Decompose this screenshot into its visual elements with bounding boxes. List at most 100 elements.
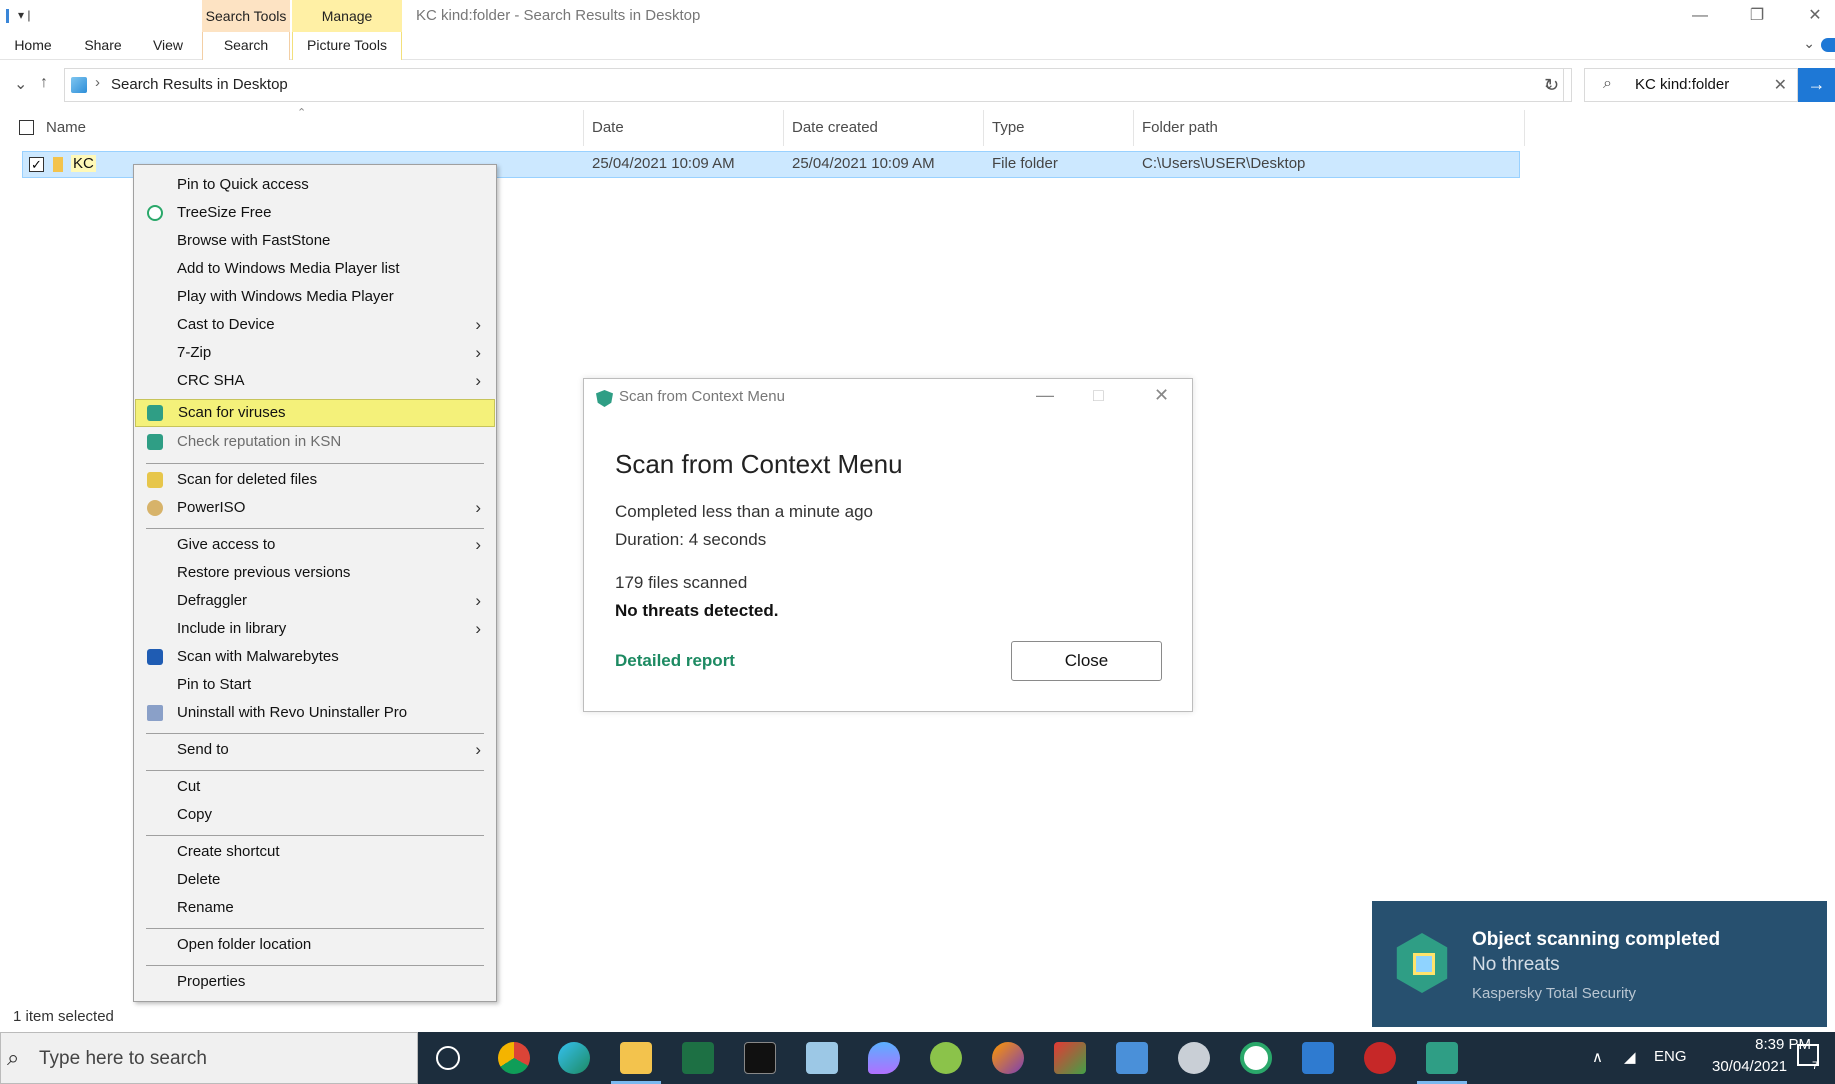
menu-item-pin-to-quick-access[interactable]: Pin to Quick access: [135, 171, 495, 199]
menu-item-check-reputation-ksn[interactable]: Check reputation in KSN: [135, 428, 495, 456]
address-bar[interactable]: › Search Results in Desktop ⌄: [64, 68, 1564, 102]
menu-item-give-access-to[interactable]: Give access to ›: [135, 531, 495, 559]
menu-item-create-shortcut[interactable]: Create shortcut: [135, 838, 495, 866]
quick-access-dropdown[interactable]: ▾ |: [18, 8, 30, 22]
menu-item-uninstall-revo[interactable]: Uninstall with Revo Uninstaller Pro: [135, 699, 495, 727]
close-window-button[interactable]: ✕: [1792, 0, 1835, 32]
column-header-folder-path[interactable]: Folder path: [1134, 110, 1525, 146]
kaspersky-shield-icon: [147, 434, 163, 450]
menu-item-treesize[interactable]: TreeSize Free: [135, 199, 495, 227]
clock-date[interactable]: 30/04/2021: [1712, 1058, 1787, 1075]
menu-item-include-in-library[interactable]: Include in library ›: [135, 615, 495, 643]
app-red-icon[interactable]: [1364, 1042, 1396, 1074]
menu-item-poweriso[interactable]: PowerISO ›: [135, 494, 495, 522]
menu-item-cut[interactable]: Cut: [135, 773, 495, 801]
help-icon[interactable]: [1821, 38, 1835, 52]
search-input[interactable]: ⌕ KC kind:folder ✕: [1584, 68, 1798, 102]
command-prompt-icon[interactable]: [744, 1042, 776, 1074]
menu-item-7zip[interactable]: 7-Zip ›: [135, 339, 495, 367]
language-indicator[interactable]: ENG: [1654, 1048, 1687, 1065]
context-menu: Pin to Quick access TreeSize Free Browse…: [133, 164, 497, 1002]
app-colorful-icon[interactable]: [1054, 1042, 1086, 1074]
menu-item-add-to-wmp-list[interactable]: Add to Windows Media Player list: [135, 255, 495, 283]
files-scanned-text: 179 files scanned: [615, 573, 748, 592]
ribbon-expand-chevron-icon[interactable]: ⌄: [1803, 35, 1815, 52]
scan-object-icon: [1413, 953, 1435, 975]
recent-locations-icon[interactable]: ⌄: [14, 74, 27, 94]
notification-toast[interactable]: Object scanning completed No threats Kas…: [1372, 901, 1827, 1027]
tab-home[interactable]: Home: [8, 32, 58, 60]
app-green-icon[interactable]: [930, 1042, 962, 1074]
column-header-type[interactable]: Type: [984, 110, 1134, 146]
refresh-button[interactable]: ↻: [1532, 68, 1572, 102]
edge-icon[interactable]: [558, 1042, 590, 1074]
scan-dialog: Scan from Context Menu — □ ✕ Scan from C…: [583, 378, 1193, 712]
search-input-value[interactable]: KC kind:folder: [1635, 76, 1729, 93]
select-all-checkbox[interactable]: [19, 120, 34, 135]
menu-item-label: 7-Zip: [177, 344, 212, 361]
menu-item-defraggler[interactable]: Defraggler ›: [135, 587, 495, 615]
restore-button[interactable]: ❐: [1734, 0, 1780, 32]
tab-picture-tools[interactable]: Picture Tools: [292, 32, 402, 60]
column-header-date[interactable]: Date: [584, 110, 784, 146]
search-go-button[interactable]: →: [1798, 68, 1835, 102]
tab-view[interactable]: View: [143, 32, 193, 60]
menu-item-crc-sha[interactable]: CRC SHA ›: [135, 367, 495, 395]
menu-item-properties[interactable]: Properties: [135, 968, 495, 996]
column-header-name[interactable]: Name: [38, 110, 584, 146]
menu-item-scan-for-viruses[interactable]: Scan for viruses: [135, 399, 495, 427]
notepad-icon[interactable]: [806, 1042, 838, 1074]
menu-item-label: Browse with FastStone: [177, 232, 331, 249]
file-explorer-icon[interactable]: [620, 1042, 652, 1074]
kaspersky-taskbar-icon[interactable]: [1426, 1042, 1458, 1074]
tab-search[interactable]: Search: [202, 32, 290, 60]
row-checkbox[interactable]: ✓: [29, 157, 44, 172]
file-name[interactable]: KC: [71, 155, 96, 172]
menu-item-copy[interactable]: Copy: [135, 801, 495, 829]
search-results-folder-icon: [71, 77, 87, 93]
menu-item-scan-malwarebytes[interactable]: Scan with Malwarebytes: [135, 643, 495, 671]
column-header-date-created[interactable]: Date created: [784, 110, 984, 146]
treesize-taskbar-icon[interactable]: [1240, 1042, 1272, 1074]
close-button[interactable]: Close: [1011, 641, 1162, 681]
search-tools-context-header: Search Tools: [202, 0, 290, 32]
chrome-icon[interactable]: [498, 1042, 530, 1074]
breadcrumb-separator-icon[interactable]: ›: [95, 74, 100, 91]
menu-item-delete[interactable]: Delete: [135, 866, 495, 894]
taskbar-search-box[interactable]: ⌕ Type here to search: [0, 1032, 418, 1084]
tab-share[interactable]: Share: [78, 32, 128, 60]
menu-item-label: Cast to Device: [177, 316, 275, 333]
submenu-arrow-icon: ›: [475, 740, 481, 759]
show-hidden-icons-icon[interactable]: ∧: [1592, 1048, 1603, 1066]
menu-separator: [146, 770, 484, 771]
control-panel-icon[interactable]: [1116, 1042, 1148, 1074]
detailed-report-link[interactable]: Detailed report: [615, 651, 735, 671]
menu-item-cast-to-device[interactable]: Cast to Device ›: [135, 311, 495, 339]
taskbar-search-placeholder[interactable]: Type here to search: [39, 1048, 207, 1070]
dialog-close-icon[interactable]: ✕: [1154, 385, 1169, 406]
menu-item-browse-faststone[interactable]: Browse with FastStone: [135, 227, 495, 255]
paint-3d-icon[interactable]: [868, 1042, 900, 1074]
taskbar: ⌕ Type here to search ∧ ◢ ENG 8:39 PM 30…: [0, 1032, 1835, 1084]
treesize-icon: [147, 205, 163, 221]
menu-item-label: Defraggler: [177, 592, 248, 609]
menu-item-open-folder-location[interactable]: Open folder location: [135, 931, 495, 959]
excel-icon[interactable]: [682, 1042, 714, 1074]
quick-access-icon[interactable]: [6, 9, 9, 23]
breadcrumb[interactable]: Search Results in Desktop: [111, 76, 288, 93]
network-icon[interactable]: ◢: [1624, 1048, 1636, 1066]
menu-item-scan-deleted-files[interactable]: Scan for deleted files: [135, 466, 495, 494]
clear-search-icon[interactable]: ✕: [1774, 75, 1787, 95]
minimize-button[interactable]: —: [1677, 0, 1723, 32]
menu-item-pin-to-start[interactable]: Pin to Start: [135, 671, 495, 699]
up-folder-icon[interactable]: ↑: [40, 74, 48, 92]
photos-icon[interactable]: [1302, 1042, 1334, 1074]
firefox-icon[interactable]: [992, 1042, 1024, 1074]
menu-item-play-with-wmp[interactable]: Play with Windows Media Player: [135, 283, 495, 311]
cortana-icon[interactable]: [436, 1046, 460, 1070]
menu-item-restore-previous-versions[interactable]: Restore previous versions: [135, 559, 495, 587]
paint-icon[interactable]: [1178, 1042, 1210, 1074]
menu-item-send-to[interactable]: Send to ›: [135, 736, 495, 764]
dialog-minimize-button[interactable]: —: [1036, 385, 1054, 406]
menu-item-rename[interactable]: Rename: [135, 894, 495, 922]
